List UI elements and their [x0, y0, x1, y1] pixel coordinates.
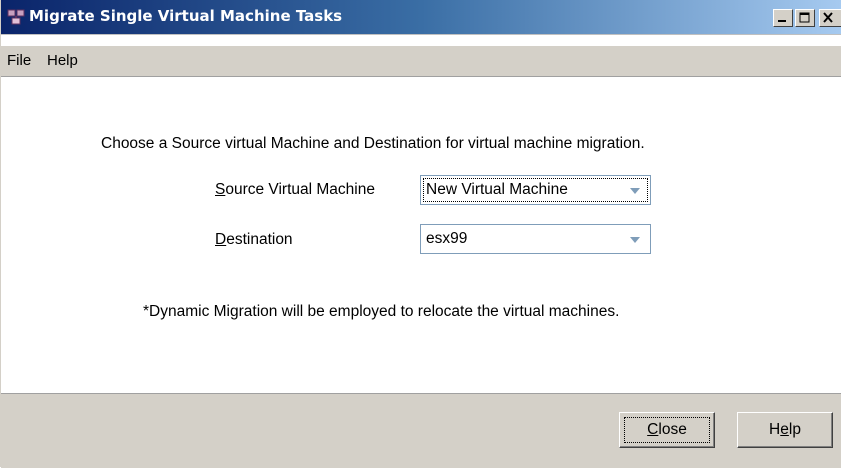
minimize-button[interactable]	[773, 9, 793, 27]
destination-label: Destination	[215, 231, 293, 249]
close-button-label: lose	[658, 421, 687, 438]
source-label-text: ource Virtual Machine	[225, 181, 375, 198]
migrate-dialog-window: Migrate Single Virtual Machine Tasks Fil…	[0, 0, 841, 468]
chevron-down-icon[interactable]	[628, 187, 642, 195]
minimize-icon	[778, 20, 786, 22]
source-mnemonic: S	[215, 181, 226, 198]
main-content: Choose a Source virtual Machine and Dest…	[1, 77, 841, 393]
menu-bar: File Help	[1, 46, 841, 77]
menu-file[interactable]: File	[7, 52, 31, 69]
destination-select[interactable]: esx99	[420, 224, 651, 254]
maximize-button[interactable]	[795, 9, 815, 27]
destination-value: esx99	[426, 230, 468, 247]
destination-label-text: estination	[226, 231, 293, 248]
window-title: Migrate Single Virtual Machine Tasks	[29, 7, 343, 25]
close-window-button[interactable]	[819, 9, 841, 27]
migration-note: *Dynamic Migration will be employed to r…	[143, 303, 620, 320]
close-button[interactable]: Close	[619, 412, 715, 448]
instruction-text: Choose a Source virtual Machine and Dest…	[101, 135, 645, 152]
help-button-label: lp	[788, 421, 801, 438]
source-vm-label: Source Virtual Machine	[215, 181, 375, 199]
title-bar[interactable]: Migrate Single Virtual Machine Tasks	[1, 0, 841, 35]
close-mnemonic: C	[647, 421, 659, 438]
close-icon	[823, 12, 833, 23]
maximize-icon	[799, 12, 810, 23]
button-bar: Close Help	[1, 393, 841, 468]
help-button-prefix: H	[769, 421, 781, 438]
help-button[interactable]: Help	[737, 412, 833, 448]
source-vm-select[interactable]: New Virtual Machine	[420, 175, 651, 205]
focus-outline	[423, 178, 648, 202]
chevron-down-icon[interactable]	[628, 236, 642, 244]
destination-mnemonic: D	[215, 231, 227, 248]
help-mnemonic: e	[780, 421, 789, 438]
app-icon	[7, 9, 25, 25]
menu-help[interactable]: Help	[47, 52, 78, 69]
